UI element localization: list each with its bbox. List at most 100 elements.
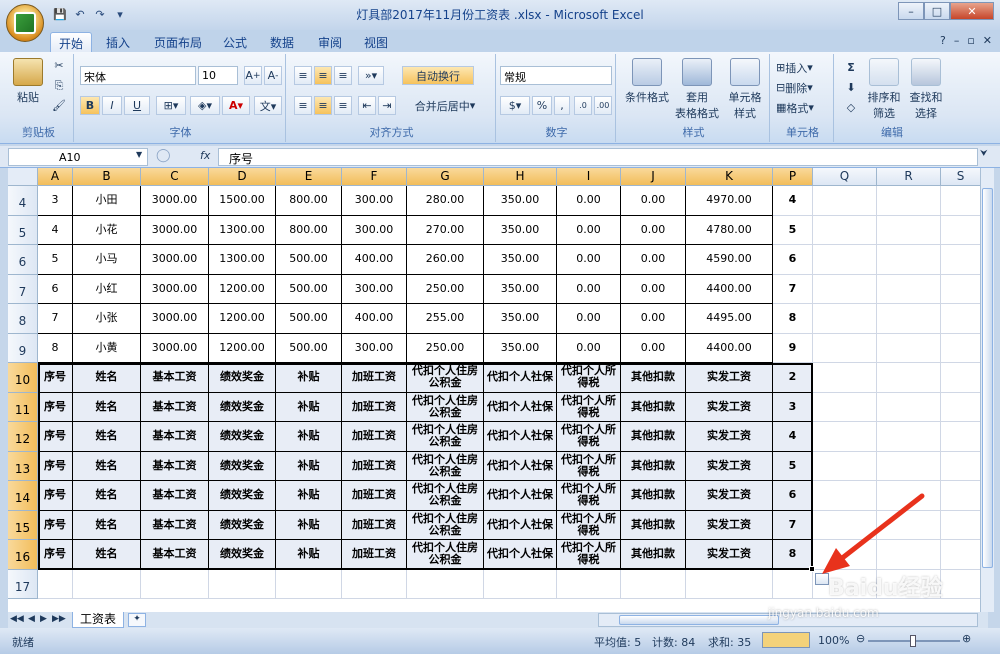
tab-home[interactable]: 开始: [50, 32, 92, 52]
sheet-tab[interactable]: 工资表: [72, 612, 124, 628]
sort-filter-button[interactable]: 排序和 筛选: [864, 58, 904, 121]
header-cell[interactable]: 加班工资: [342, 510, 407, 540]
empty-cell[interactable]: [877, 392, 941, 422]
header-cell[interactable]: 实发工资: [686, 510, 773, 540]
format-as-table-button[interactable]: 套用 表格格式: [672, 58, 722, 121]
table-cell[interactable]: 350.00: [484, 304, 557, 334]
header-cell[interactable]: 绩效奖金: [209, 451, 276, 481]
table-cell[interactable]: 280.00: [407, 186, 484, 216]
table-cell[interactable]: 1200.00: [209, 333, 276, 363]
header-cell[interactable]: 其他扣款: [621, 451, 686, 481]
empty-cell[interactable]: [209, 569, 276, 599]
table-cell[interactable]: 300.00: [342, 274, 407, 304]
table-cell[interactable]: 350.00: [484, 215, 557, 245]
empty-cell[interactable]: [941, 245, 980, 275]
header-cell[interactable]: 姓名: [73, 363, 141, 393]
table-cell[interactable]: 5: [38, 245, 73, 275]
table-cell[interactable]: 0.00: [557, 245, 621, 275]
header-cell[interactable]: 姓名: [73, 392, 141, 422]
empty-cell[interactable]: [941, 452, 980, 481]
header-cell[interactable]: 基本工资: [141, 363, 209, 393]
empty-cell[interactable]: [813, 510, 877, 540]
header-cell[interactable]: 代扣个人社保: [484, 363, 557, 393]
header-cell[interactable]: 代扣个人社保: [484, 540, 557, 570]
header-cell[interactable]: 绩效奖金: [209, 540, 276, 570]
table-cell[interactable]: 3000.00: [141, 245, 209, 275]
empty-cell[interactable]: [877, 540, 941, 570]
empty-cell[interactable]: [877, 510, 941, 540]
table-cell[interactable]: 小田: [73, 186, 141, 216]
select-all-corner[interactable]: [8, 168, 38, 186]
view-buttons[interactable]: [762, 632, 810, 648]
first-sheet-icon[interactable]: ◀◀: [10, 614, 24, 624]
table-cell[interactable]: 500.00: [276, 304, 342, 334]
empty-cell[interactable]: [877, 304, 941, 334]
empty-cell[interactable]: [877, 333, 941, 363]
table-cell[interactable]: 0.00: [621, 333, 686, 363]
helper-cell[interactable]: 4: [773, 422, 813, 452]
header-cell[interactable]: 加班工资: [342, 363, 407, 393]
header-cell[interactable]: 代扣个人社保: [484, 422, 557, 452]
helper-cell[interactable]: 6: [773, 481, 813, 511]
column-header-k[interactable]: K: [686, 168, 773, 186]
tab-formulas[interactable]: 公式: [218, 32, 252, 52]
find-select-button[interactable]: 查找和 选择: [906, 58, 946, 121]
table-cell[interactable]: 4780.00: [686, 215, 773, 245]
table-cell[interactable]: 500.00: [276, 274, 342, 304]
prev-sheet-icon[interactable]: ◀: [28, 614, 35, 624]
header-cell[interactable]: 补贴: [276, 481, 342, 511]
empty-cell[interactable]: [813, 186, 877, 216]
header-cell[interactable]: 其他扣款: [621, 481, 686, 511]
helper-cell[interactable]: 7: [773, 274, 813, 304]
tab-insert[interactable]: 插入: [100, 32, 136, 52]
header-cell[interactable]: 补贴: [276, 510, 342, 540]
empty-cell[interactable]: [813, 245, 877, 275]
decrease-decimal-button[interactable]: .00: [594, 96, 612, 115]
empty-cell[interactable]: [813, 215, 877, 245]
header-cell[interactable]: 加班工资: [342, 540, 407, 570]
table-cell[interactable]: 350.00: [484, 333, 557, 363]
table-cell[interactable]: 3: [38, 186, 73, 216]
header-cell[interactable]: 补贴: [276, 540, 342, 570]
minimize-button[interactable]: –: [898, 2, 924, 20]
row-header-15[interactable]: 15: [8, 510, 38, 540]
table-cell[interactable]: 小马: [73, 245, 141, 275]
header-cell[interactable]: 代扣个人所得税: [557, 481, 621, 511]
header-cell[interactable]: 序号: [38, 510, 73, 540]
number-format-select[interactable]: 常规: [500, 66, 612, 85]
format-cells-button[interactable]: ▦ 格式 ▾: [776, 98, 830, 117]
table-cell[interactable]: 小黄: [73, 333, 141, 363]
table-cell[interactable]: 350.00: [484, 186, 557, 216]
align-right-button[interactable]: ≡: [334, 96, 352, 115]
empty-cell[interactable]: [941, 363, 980, 393]
font-size-select[interactable]: 10: [198, 66, 238, 85]
empty-cell[interactable]: [941, 570, 980, 599]
empty-cell[interactable]: [276, 569, 342, 599]
helper-cell[interactable]: 7: [773, 510, 813, 540]
table-cell[interactable]: 3000.00: [141, 215, 209, 245]
header-cell[interactable]: 代扣个人住房公积金: [407, 481, 484, 511]
empty-cell[interactable]: [621, 569, 686, 599]
header-cell[interactable]: 其他扣款: [621, 363, 686, 393]
table-cell[interactable]: 3000.00: [141, 274, 209, 304]
empty-cell[interactable]: [941, 393, 980, 422]
table-cell[interactable]: 250.00: [407, 274, 484, 304]
row-header-8[interactable]: 8: [8, 304, 38, 334]
header-cell[interactable]: 代扣个人所得税: [557, 451, 621, 481]
empty-cell[interactable]: [813, 333, 877, 363]
fill-handle[interactable]: [809, 565, 815, 572]
helper-cell[interactable]: 8: [773, 304, 813, 334]
maximize-button[interactable]: □: [924, 2, 950, 20]
cut-icon[interactable]: ✂: [50, 56, 68, 75]
empty-cell[interactable]: [773, 569, 813, 599]
fill-button[interactable]: ⬇: [840, 78, 862, 97]
zoom-in-icon[interactable]: ⊕: [962, 632, 971, 645]
empty-cell[interactable]: [941, 275, 980, 304]
empty-cell[interactable]: [813, 274, 877, 304]
empty-cell[interactable]: [813, 481, 877, 511]
autosum-button[interactable]: Σ: [840, 58, 862, 77]
header-cell[interactable]: 绩效奖金: [209, 481, 276, 511]
help-icon[interactable]: ?: [940, 34, 946, 47]
header-cell[interactable]: 补贴: [276, 363, 342, 393]
table-cell[interactable]: 6: [38, 274, 73, 304]
